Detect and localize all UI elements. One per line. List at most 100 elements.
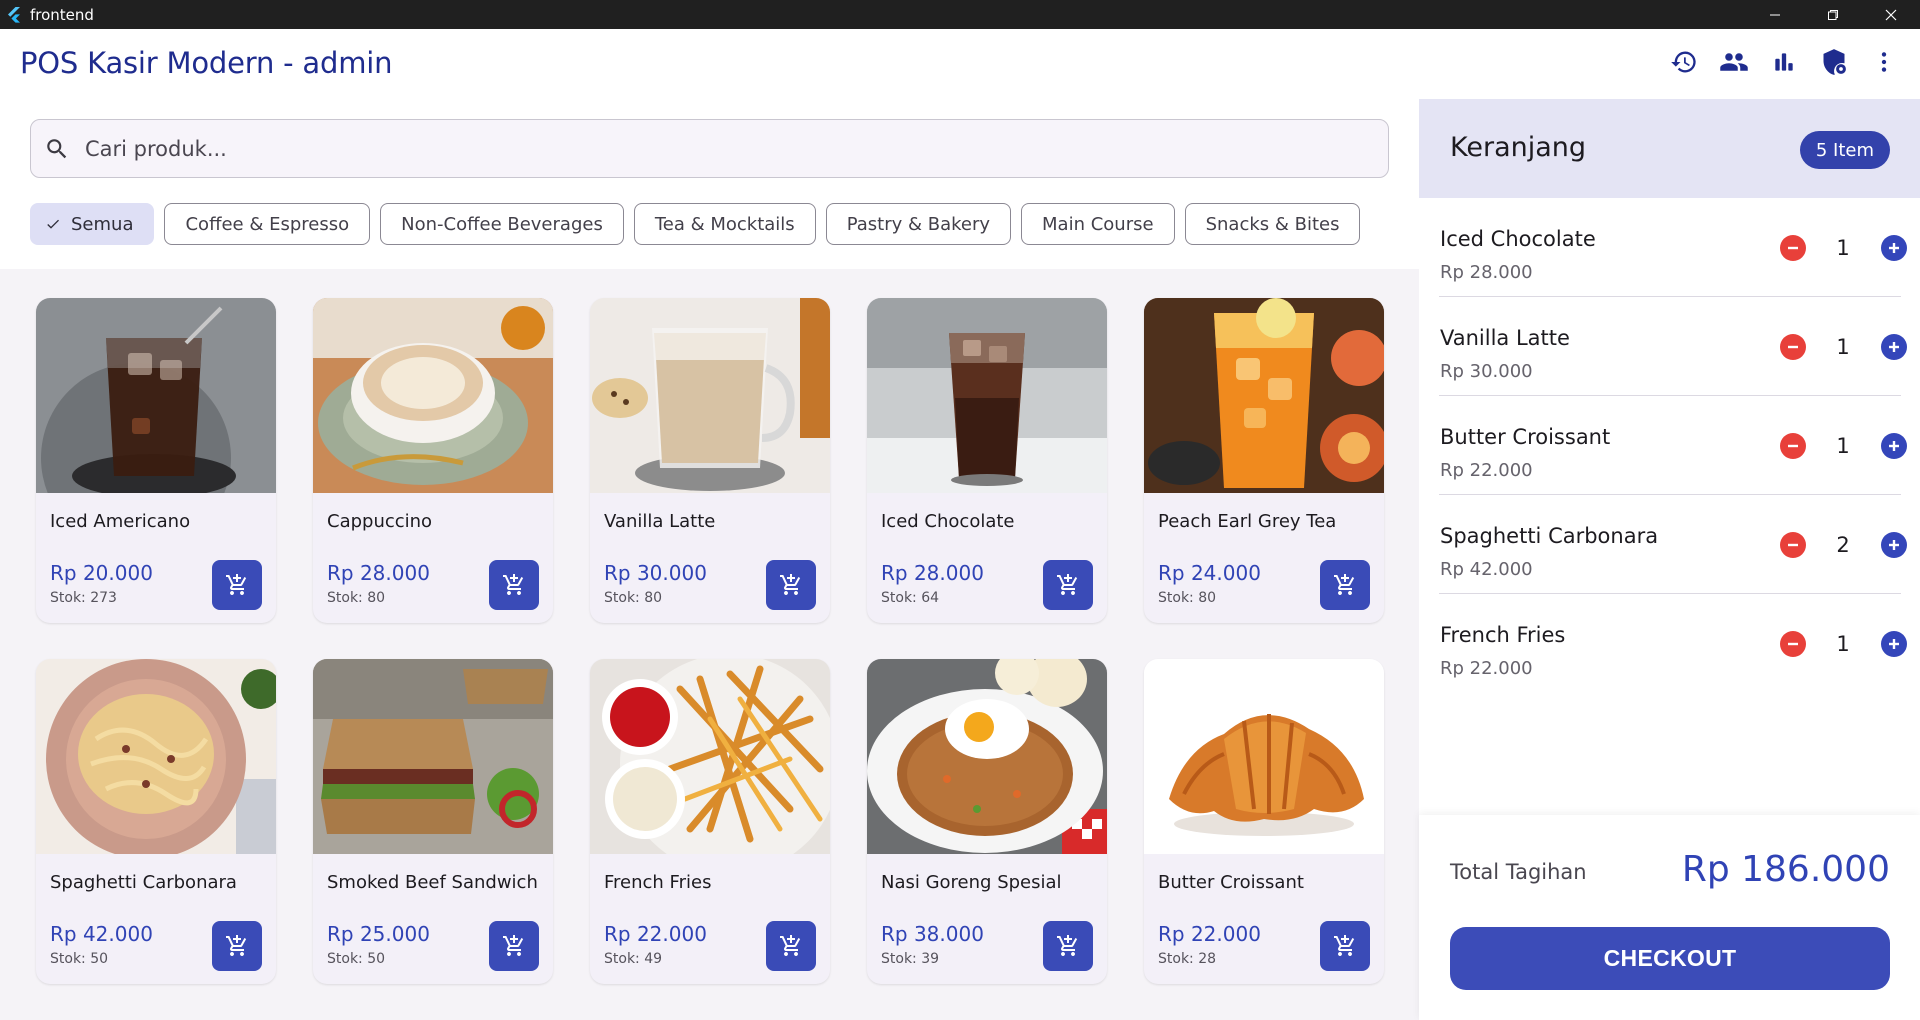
product-stock: Stok: 39 bbox=[881, 951, 940, 967]
cart-item-quantity: 1 bbox=[1836, 236, 1850, 260]
category-chip-pastry[interactable]: Pastry & Bakery bbox=[825, 203, 1012, 245]
cart-item-price: Rp 28.000 bbox=[1440, 262, 1533, 283]
add-to-cart-button[interactable] bbox=[1320, 921, 1370, 971]
decrease-quantity-button[interactable] bbox=[1780, 235, 1806, 261]
cart-item-quantity: 1 bbox=[1836, 632, 1850, 656]
search-input[interactable] bbox=[85, 136, 1335, 161]
cart-footer: Total Tagihan Rp 186.000 CHECKOUT bbox=[1419, 815, 1920, 1020]
category-chip-coffee[interactable]: Coffee & Espresso bbox=[164, 203, 371, 245]
category-chip-tea[interactable]: Tea & Mocktails bbox=[633, 203, 816, 245]
product-card[interactable]: Cappuccino Rp 28.000 Stok: 80 bbox=[313, 298, 553, 623]
cart-item-quantity: 1 bbox=[1836, 434, 1850, 458]
product-price: Rp 20.000 bbox=[50, 561, 153, 585]
cart-item-name: Butter Croissant bbox=[1440, 425, 1611, 449]
increase-quantity-button[interactable] bbox=[1881, 433, 1907, 459]
increase-quantity-button[interactable] bbox=[1881, 532, 1907, 558]
history-button[interactable] bbox=[1666, 44, 1702, 80]
restore-button[interactable] bbox=[1804, 0, 1862, 29]
product-stock: Stok: 273 bbox=[50, 590, 117, 606]
cart-item-name: Iced Chocolate bbox=[1440, 227, 1596, 251]
product-price: Rp 42.000 bbox=[50, 922, 153, 946]
product-image-cappuccino bbox=[313, 298, 553, 493]
plus-icon bbox=[1889, 639, 1899, 649]
close-button[interactable] bbox=[1862, 0, 1920, 29]
add-to-cart-button[interactable] bbox=[766, 560, 816, 610]
cart-item-quantity: 1 bbox=[1836, 335, 1850, 359]
increase-quantity-button[interactable] bbox=[1881, 631, 1907, 657]
page-title: POS Kasir Modern - admin bbox=[20, 46, 393, 80]
minus-icon bbox=[1788, 444, 1798, 448]
add-to-cart-icon bbox=[1057, 574, 1078, 595]
product-card[interactable]: Nasi Goreng Spesial Rp 38.000 Stok: 39 bbox=[867, 659, 1107, 984]
decrease-quantity-button[interactable] bbox=[1780, 433, 1806, 459]
history-icon bbox=[1671, 51, 1696, 73]
category-chip-snacks[interactable]: Snacks & Bites bbox=[1184, 203, 1361, 245]
product-stock: Stok: 50 bbox=[327, 951, 386, 967]
add-to-cart-button[interactable] bbox=[489, 560, 539, 610]
category-chip-label: Pastry & Bakery bbox=[846, 213, 991, 235]
category-chip-non-coffee[interactable]: Non-Coffee Beverages bbox=[380, 203, 624, 245]
product-card[interactable]: Spaghetti Carbonara Rp 42.000 Stok: 50 bbox=[36, 659, 276, 984]
add-to-cart-icon bbox=[780, 574, 801, 595]
product-card[interactable]: French Fries Rp 22.000 Stok: 49 bbox=[590, 659, 830, 984]
product-image-iced-chocolate bbox=[867, 298, 1107, 493]
add-to-cart-icon bbox=[503, 935, 524, 956]
product-price: Rp 28.000 bbox=[327, 561, 430, 585]
add-to-cart-icon bbox=[1334, 935, 1355, 956]
minus-icon bbox=[1788, 543, 1798, 547]
product-stock: Stok: 50 bbox=[50, 951, 109, 967]
cart-item-quantity: 2 bbox=[1836, 533, 1850, 557]
cart-panel: Keranjang 5 Item Iced Chocolate Rp 28.00… bbox=[1419, 99, 1920, 1020]
add-to-cart-button[interactable] bbox=[489, 921, 539, 971]
minimize-button[interactable] bbox=[1746, 0, 1804, 29]
admin-settings-button[interactable] bbox=[1816, 44, 1852, 80]
product-image-vanilla-latte bbox=[590, 298, 830, 493]
category-chip-label: Tea & Mocktails bbox=[654, 213, 795, 235]
product-card[interactable]: Peach Earl Grey Tea Rp 24.000 Stok: 80 bbox=[1144, 298, 1384, 623]
product-stock: Stok: 64 bbox=[881, 590, 940, 606]
window-app-name: frontend bbox=[30, 5, 94, 24]
decrease-quantity-button[interactable] bbox=[1780, 334, 1806, 360]
increase-quantity-button[interactable] bbox=[1881, 235, 1907, 261]
check-icon bbox=[45, 216, 61, 232]
users-button[interactable] bbox=[1716, 44, 1752, 80]
checkout-button[interactable]: CHECKOUT bbox=[1450, 927, 1890, 990]
search-box[interactable] bbox=[30, 119, 1389, 178]
add-to-cart-icon bbox=[1334, 574, 1355, 595]
cart-item-name: Spaghetti Carbonara bbox=[1440, 524, 1659, 548]
cart-item: French Fries Rp 22.000 1 bbox=[1439, 594, 1907, 693]
product-grid: Iced Americano Rp 20.000 Stok: 273 Cappu… bbox=[36, 298, 1384, 984]
flutter-logo-icon bbox=[8, 6, 20, 23]
product-image-iced-americano bbox=[36, 298, 276, 493]
product-card[interactable]: Butter Croissant Rp 22.000 Stok: 28 bbox=[1144, 659, 1384, 984]
add-to-cart-button[interactable] bbox=[1043, 560, 1093, 610]
plus-icon bbox=[1889, 540, 1899, 550]
product-card[interactable]: Iced Chocolate Rp 28.000 Stok: 64 bbox=[867, 298, 1107, 623]
more-options-button[interactable] bbox=[1866, 44, 1902, 80]
decrease-quantity-button[interactable] bbox=[1780, 532, 1806, 558]
product-stock: Stok: 80 bbox=[327, 590, 386, 606]
product-name: Spaghetti Carbonara bbox=[50, 872, 237, 893]
add-to-cart-button[interactable] bbox=[1043, 921, 1093, 971]
add-to-cart-button[interactable] bbox=[212, 921, 262, 971]
product-name: Iced Chocolate bbox=[881, 511, 1015, 532]
category-chip-label: Snacks & Bites bbox=[1205, 213, 1340, 235]
product-stock: Stok: 80 bbox=[604, 590, 663, 606]
decrease-quantity-button[interactable] bbox=[1780, 631, 1806, 657]
add-to-cart-button[interactable] bbox=[1320, 560, 1370, 610]
cart-item: Iced Chocolate Rp 28.000 1 bbox=[1439, 198, 1907, 297]
reports-button[interactable] bbox=[1766, 44, 1802, 80]
category-chip-main-course[interactable]: Main Course bbox=[1021, 203, 1175, 245]
add-to-cart-button[interactable] bbox=[212, 560, 262, 610]
increase-quantity-button[interactable] bbox=[1881, 334, 1907, 360]
more-vertical-icon bbox=[1881, 52, 1887, 72]
cart-item-list: Iced Chocolate Rp 28.000 1 Vanilla Latte… bbox=[1439, 198, 1907, 693]
cart-title: Keranjang bbox=[1450, 132, 1587, 163]
category-chip-semua[interactable]: Semua bbox=[30, 203, 155, 245]
product-card[interactable]: Iced Americano Rp 20.000 Stok: 273 bbox=[36, 298, 276, 623]
product-card[interactable]: Vanilla Latte Rp 30.000 Stok: 80 bbox=[590, 298, 830, 623]
cart-item: Spaghetti Carbonara Rp 42.000 2 bbox=[1439, 495, 1907, 594]
add-to-cart-button[interactable] bbox=[766, 921, 816, 971]
product-grid-section: Iced Americano Rp 20.000 Stok: 273 Cappu… bbox=[0, 269, 1419, 1020]
product-card[interactable]: Smoked Beef Sandwich Rp 25.000 Stok: 50 bbox=[313, 659, 553, 984]
